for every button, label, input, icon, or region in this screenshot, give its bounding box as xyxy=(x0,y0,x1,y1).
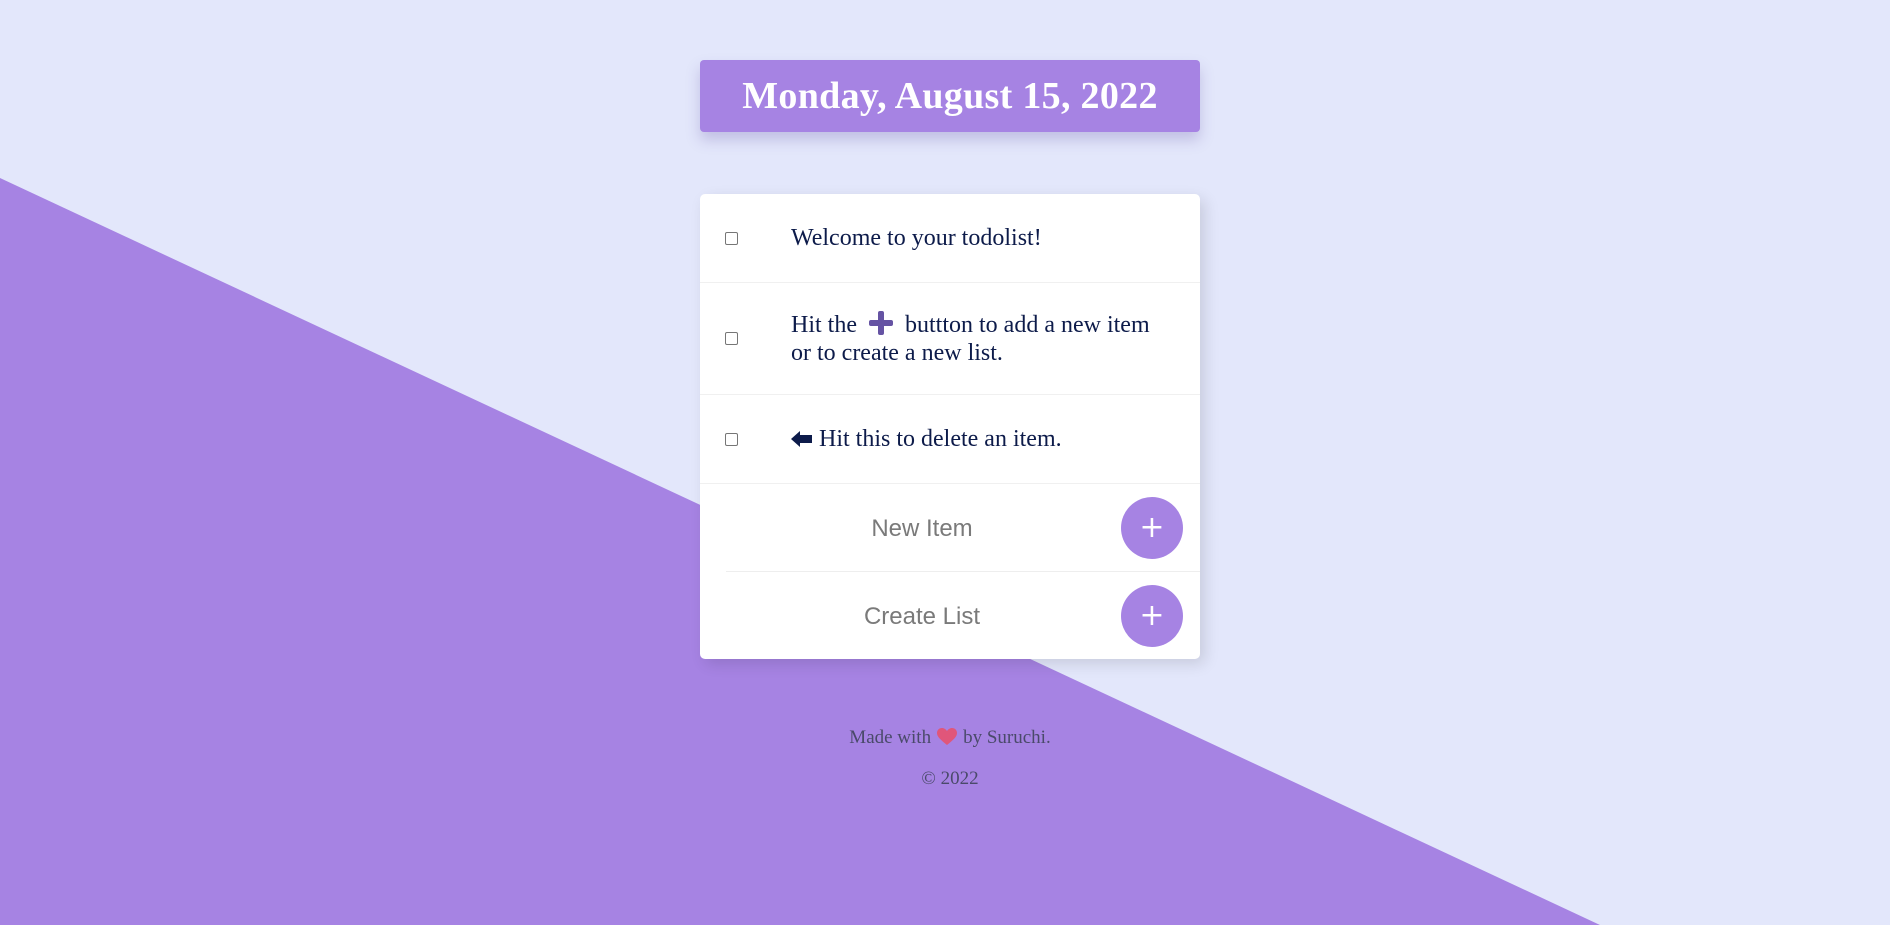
footer-credit: Made with by Suruchi. xyxy=(700,722,1200,754)
item-text: Welcome to your todolist! xyxy=(791,225,1042,251)
item-text: Hit this to delete an item. xyxy=(791,425,1170,453)
footer-author: by Suruchi. xyxy=(963,727,1051,748)
new-item-form: + xyxy=(726,484,1200,574)
item-checkbox[interactable] xyxy=(725,432,738,446)
item-text: Hit the buttton to add a new item or to … xyxy=(791,310,1170,367)
footer-copyright: © 2022 xyxy=(921,768,979,789)
todo-card: Welcome to your todolist! Hit the buttto… xyxy=(700,194,1200,659)
footer-made-with: Made with xyxy=(849,727,932,748)
item-text-before: Hit the xyxy=(791,311,857,338)
arrow-left-icon xyxy=(791,431,812,447)
list-item: Hit the buttton to add a new item or to … xyxy=(700,283,1200,395)
list-item: Hit this to delete an item. xyxy=(700,395,1200,484)
item-checkbox[interactable] xyxy=(725,332,738,345)
new-item-input[interactable] xyxy=(780,484,1064,574)
create-list-form: + xyxy=(700,572,1200,659)
footer: Made with by Suruchi. © 2022 xyxy=(700,722,1200,790)
list-item: Welcome to your todolist! xyxy=(700,194,1200,283)
create-list-button[interactable]: + xyxy=(1121,585,1183,647)
add-item-button[interactable]: + xyxy=(1121,497,1183,559)
page-title: Monday, August 15, 2022 xyxy=(742,75,1158,117)
date-header: Monday, August 15, 2022 xyxy=(700,60,1200,132)
heart-icon xyxy=(937,728,958,745)
create-list-input[interactable] xyxy=(780,572,1064,659)
plus-icon xyxy=(867,310,895,335)
item-checkbox[interactable] xyxy=(725,231,738,245)
item-text-label: Hit this to delete an item. xyxy=(819,426,1062,452)
